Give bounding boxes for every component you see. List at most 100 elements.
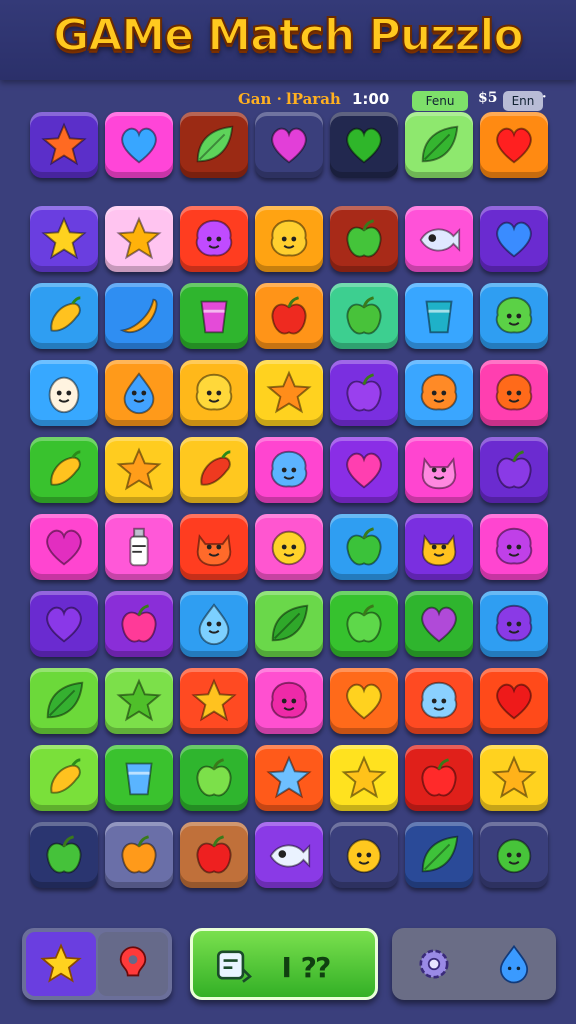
board-tile[interactable]: [255, 668, 323, 734]
board-tile[interactable]: [405, 745, 473, 811]
heart-icon: [46, 606, 82, 643]
board-tile[interactable]: [105, 437, 173, 503]
board-tile[interactable]: [480, 668, 548, 734]
board-tile[interactable]: [480, 514, 548, 580]
board-tile[interactable]: [255, 745, 323, 811]
board-tile[interactable]: [480, 437, 548, 503]
board-tile[interactable]: [255, 591, 323, 657]
board-tile[interactable]: [330, 822, 398, 888]
board-tile[interactable]: [180, 514, 248, 580]
board-tile[interactable]: [30, 668, 98, 734]
board-tile[interactable]: [30, 591, 98, 657]
tray-tile[interactable]: [180, 112, 248, 178]
star-icon: [116, 216, 162, 260]
cup-icon: [425, 300, 453, 334]
leaf-icon: [271, 604, 309, 642]
board-tile[interactable]: [105, 360, 173, 426]
board-tile[interactable]: [30, 822, 98, 888]
board-tile[interactable]: [255, 514, 323, 580]
board-tile[interactable]: [480, 822, 548, 888]
board-tile[interactable]: [180, 437, 248, 503]
board-tile[interactable]: [105, 206, 173, 272]
board-tile[interactable]: [30, 745, 98, 811]
board-tile[interactable]: [405, 360, 473, 426]
board-tile[interactable]: [330, 283, 398, 349]
tray-tile[interactable]: [30, 112, 98, 178]
board-tile[interactable]: [255, 360, 323, 426]
board-tile[interactable]: [30, 206, 98, 272]
board-tile[interactable]: [330, 591, 398, 657]
board-tile[interactable]: [180, 822, 248, 888]
board-tile[interactable]: [330, 360, 398, 426]
board-tile[interactable]: [105, 745, 173, 811]
apple-icon: [346, 296, 382, 335]
shuffle-label: I ⁇: [281, 951, 331, 984]
board-tile[interactable]: [480, 283, 548, 349]
board-tile[interactable]: [480, 206, 548, 272]
board-tile[interactable]: [30, 360, 98, 426]
settings-panel: [392, 928, 556, 1000]
tray-tile[interactable]: [405, 112, 473, 178]
board-tile[interactable]: [180, 745, 248, 811]
board-tile[interactable]: [180, 668, 248, 734]
board-tile[interactable]: [405, 591, 473, 657]
tray-tile[interactable]: [255, 112, 323, 178]
board-tile[interactable]: [330, 437, 398, 503]
tray-tile[interactable]: [480, 112, 548, 178]
star-icon: [40, 943, 82, 983]
board-tile[interactable]: [180, 591, 248, 657]
board-tile[interactable]: [105, 514, 173, 580]
tray-tile[interactable]: [105, 112, 173, 178]
drop-face-icon[interactable]: [492, 942, 536, 986]
heart-icon: [346, 127, 382, 164]
board-tile[interactable]: [105, 822, 173, 888]
star-icon: [266, 755, 312, 799]
board-tile[interactable]: [180, 360, 248, 426]
apple-icon: [46, 835, 82, 874]
cup-icon: [125, 762, 153, 796]
apple-icon: [346, 373, 382, 412]
board-tile[interactable]: [405, 514, 473, 580]
board-tile[interactable]: [180, 206, 248, 272]
board-tile[interactable]: [255, 822, 323, 888]
board-tile[interactable]: [405, 668, 473, 734]
board-tile[interactable]: [105, 668, 173, 734]
blob-face-icon: [495, 373, 533, 411]
board-tile[interactable]: [405, 283, 473, 349]
tray-tile[interactable]: [330, 112, 398, 178]
board-tile[interactable]: [105, 283, 173, 349]
smile-face-icon: [496, 838, 532, 874]
shuffle-button[interactable]: I ⁇: [190, 928, 378, 1000]
board-tile[interactable]: [330, 514, 398, 580]
board-tile[interactable]: [330, 206, 398, 272]
board-tile[interactable]: [480, 360, 548, 426]
end-pill[interactable]: Enn: [503, 91, 543, 111]
board-tile[interactable]: [405, 437, 473, 503]
board-tile[interactable]: [480, 591, 548, 657]
menu-pill[interactable]: Fenu: [412, 91, 468, 111]
leaf-icon: [421, 125, 459, 163]
pepper-icon: [50, 296, 81, 332]
apple-icon: [421, 758, 457, 797]
apple-icon: [121, 835, 157, 874]
board-tile[interactable]: [30, 283, 98, 349]
board-tile[interactable]: [330, 745, 398, 811]
hint-button[interactable]: [98, 932, 168, 996]
board-tile[interactable]: [255, 437, 323, 503]
apple-icon: [496, 450, 532, 489]
board-tile[interactable]: [255, 206, 323, 272]
gear-icon[interactable]: [412, 942, 456, 986]
blob-face-icon: [270, 450, 308, 488]
board-tile[interactable]: [180, 283, 248, 349]
board-tile[interactable]: [405, 822, 473, 888]
star-powerup-button[interactable]: [26, 932, 96, 996]
board-tile[interactable]: [105, 591, 173, 657]
board-tile[interactable]: [405, 206, 473, 272]
board-tile[interactable]: [480, 745, 548, 811]
drop-face-icon: [198, 603, 230, 646]
hint-icon: [119, 946, 147, 977]
board-tile[interactable]: [330, 668, 398, 734]
board-tile[interactable]: [30, 437, 98, 503]
board-tile[interactable]: [30, 514, 98, 580]
board-tile[interactable]: [255, 283, 323, 349]
